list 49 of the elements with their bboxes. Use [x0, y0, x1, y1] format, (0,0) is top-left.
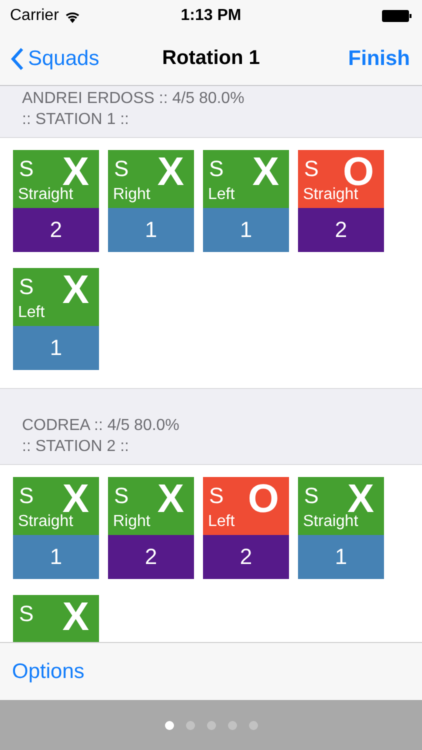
shot-count: 1 [13, 326, 99, 370]
result-mark: X [157, 150, 184, 194]
time-label: 1:13 PM [180, 7, 242, 25]
options-button[interactable]: Options [12, 660, 84, 684]
station-letter: S [19, 601, 34, 627]
station-label: :: STATION 1 :: [22, 111, 130, 129]
shot-count: 2 [13, 208, 99, 252]
shot-count: 1 [298, 535, 384, 579]
wifi-icon [64, 10, 81, 22]
station-letter: S [304, 483, 319, 509]
finish-button[interactable]: Finish [348, 46, 410, 70]
screen-title: Rotation 1 [162, 47, 260, 70]
back-button[interactable]: Squads [10, 46, 100, 70]
shot-count: 2 [108, 535, 194, 579]
station-letter: S [19, 483, 34, 509]
shot-count: 1 [108, 208, 194, 252]
direction-label: Right [113, 513, 152, 531]
result-mark: O [248, 477, 279, 521]
station-letter: S [19, 156, 34, 182]
page-dot[interactable] [248, 720, 258, 730]
shot-count: 2 [203, 535, 289, 579]
direction-label: Left [18, 304, 46, 322]
shot-count: 1 [203, 208, 289, 252]
direction-label: Right [113, 186, 152, 204]
direction-label: Left [208, 186, 236, 204]
station-letter: S [19, 274, 34, 300]
shot-count: 1 [13, 535, 99, 579]
result-mark: X [62, 268, 89, 312]
station-letter: S [114, 156, 129, 182]
page-dot[interactable] [186, 720, 194, 730]
shot-count: 2 [298, 208, 384, 252]
station-letter: S [209, 483, 224, 509]
station-label: :: STATION 2 :: [22, 438, 130, 456]
station-letter: S [209, 156, 224, 182]
shooter-summary: ANDREI ERDOSS :: 4/5 80.0% [22, 90, 246, 108]
battery-icon [382, 10, 412, 22]
direction-label: Left [208, 513, 236, 531]
page-dot[interactable] [228, 720, 236, 730]
page-dot[interactable] [206, 720, 216, 730]
shot-tile[interactable]: S X [13, 595, 99, 642]
chevron-left-icon [10, 46, 24, 70]
result-mark: X [252, 150, 279, 194]
carrier-label: Carrier [10, 7, 59, 25]
station-letter: S [114, 483, 129, 509]
shooter-summary: CODREA :: 4/5 80.0% [22, 417, 180, 435]
result-mark: X [157, 477, 184, 521]
page-dot[interactable] [164, 720, 174, 730]
station-letter: S [304, 156, 319, 182]
result-mark: X [62, 595, 89, 639]
